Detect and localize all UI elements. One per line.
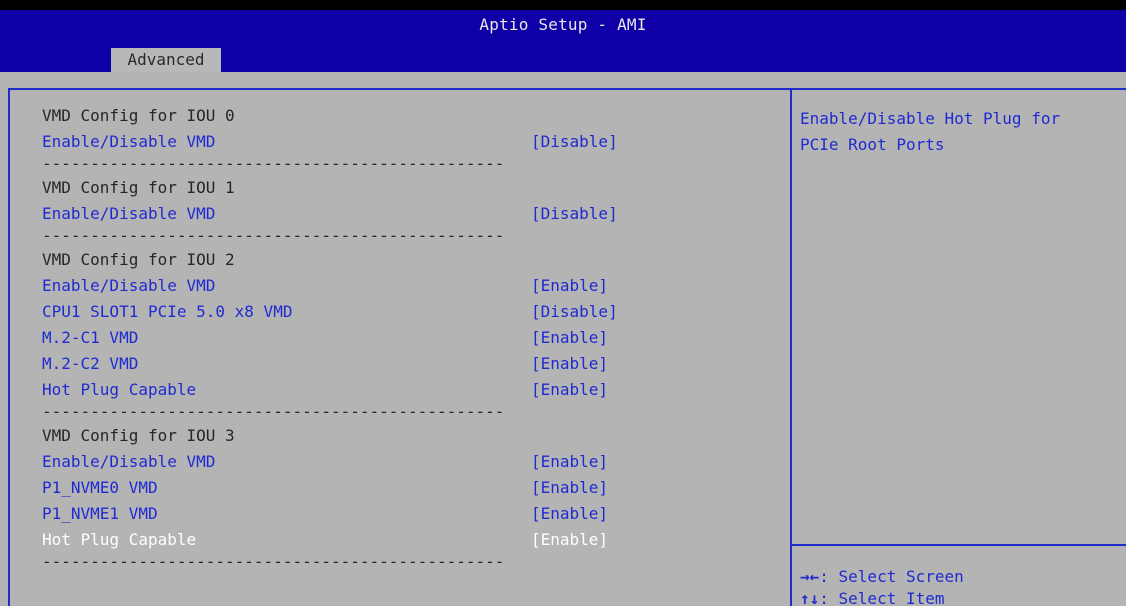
title-bar: Aptio Setup - AMI Advanced [0,10,1126,72]
section-heading: VMD Config for IOU 1 [42,178,235,197]
help-description: Enable/Disable Hot Plug for PCIe Root Po… [800,106,1120,158]
section-separator: ----------------------------------------… [42,402,505,421]
app-title: Aptio Setup - AMI [479,15,647,34]
setting-label: P1_NVME0 VMD [42,478,158,497]
setting-value[interactable]: [Enable] [531,528,608,552]
settings-panel: VMD Config for IOU 0 Enable/Disable VMD [D… [8,88,792,606]
setting-label: CPU1 SLOT1 PCIe 5.0 x8 VMD [42,302,293,321]
setting-label: Enable/Disable VMD [42,204,216,223]
section-heading: VMD Config for IOU 0 [42,106,235,125]
setting-value[interactable]: [Enable] [531,352,608,376]
setup-body: VMD Config for IOU 0 Enable/Disable VMD [D… [0,72,1126,606]
key-hint-select-screen: →←: Select Screen [800,566,964,588]
setting-label: Hot Plug Capable [42,530,197,549]
key-legend: →←: Select Screen ↑↓: Select Item [800,566,964,606]
key-hint-select-item: ↑↓: Select Item [800,588,964,606]
key-hint-text: : Select Item [819,589,945,606]
section-heading: VMD Config for IOU 3 [42,426,235,445]
section-separator: ----------------------------------------… [42,154,505,173]
setting-value[interactable]: [Enable] [531,502,608,526]
setting-value[interactable]: [Disable] [531,202,618,226]
setting-label: Enable/Disable VMD [42,452,216,471]
left-right-arrows-icon: →← [800,567,820,586]
tab-advanced[interactable]: Advanced [111,48,221,72]
setting-value[interactable]: [Enable] [531,326,608,350]
help-divider [792,544,1126,546]
setting-value[interactable]: [Disable] [531,300,618,324]
setting-label: P1_NVME1 VMD [42,504,158,523]
section-separator: ----------------------------------------… [42,552,505,571]
setting-value[interactable]: [Enable] [531,378,608,402]
key-hint-text: : Select Screen [819,567,964,586]
help-line: Enable/Disable Hot Plug for [800,109,1061,128]
help-line: PCIe Root Ports [800,135,945,154]
setting-label: Enable/Disable VMD [42,132,216,151]
bios-setup-screen: Aptio Setup - AMI Advanced VMD Config fo… [0,0,1126,606]
setting-label: Hot Plug Capable [42,380,197,399]
setting-label: M.2-C2 VMD [42,354,139,373]
setting-value[interactable]: [Enable] [531,450,608,474]
help-panel: Enable/Disable Hot Plug for PCIe Root Po… [790,88,1126,606]
setting-label: Enable/Disable VMD [42,276,216,295]
section-separator: ----------------------------------------… [42,226,505,245]
setting-value[interactable]: [Enable] [531,476,608,500]
setting-value[interactable]: [Disable] [531,130,618,154]
setting-label: M.2-C1 VMD [42,328,139,347]
setting-value[interactable]: [Enable] [531,274,608,298]
up-down-arrows-icon: ↑↓ [800,589,820,606]
section-heading: VMD Config for IOU 2 [42,250,235,269]
